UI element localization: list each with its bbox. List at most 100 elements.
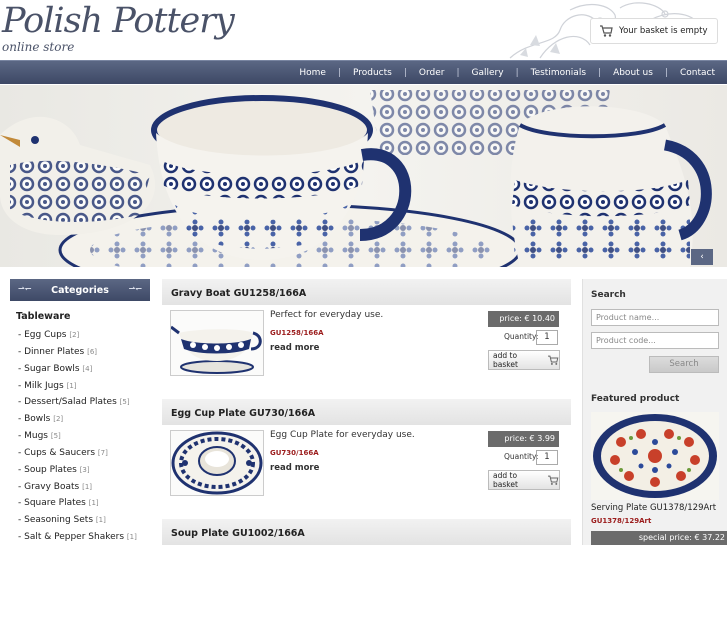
category-label: - Soup Plates: [18, 464, 77, 475]
add-to-basket-label: add to basket: [493, 471, 518, 489]
category-item[interactable]: - Mugs [5]: [16, 428, 150, 445]
add-to-basket-label: add to basket: [493, 351, 518, 369]
category-count: [6]: [87, 347, 98, 356]
category-item[interactable]: - Cups & Saucers [7]: [16, 445, 150, 462]
nav-products[interactable]: Products: [341, 68, 404, 78]
category-count: [1]: [66, 381, 77, 390]
nav-order[interactable]: Order: [407, 68, 457, 78]
basket-icon: [548, 355, 559, 365]
product-card: Gravy Boat GU1258/166A Perfect for every…: [162, 279, 571, 399]
gravy-boat-image: [171, 311, 263, 375]
category-item[interactable]: - Soup Plates [3]: [16, 462, 150, 479]
category-count: [5]: [50, 432, 61, 441]
featured-product-code: GU1378/129Art: [591, 517, 652, 525]
category-item[interactable]: - Egg Cups [2]: [16, 327, 150, 344]
category-item[interactable]: - Square Plates [1]: [16, 495, 150, 512]
hero-prev-arrow[interactable]: ‹: [691, 249, 713, 265]
hero-pottery-image: [0, 90, 712, 267]
product-card: Soup Plate GU1002/166A: [162, 519, 571, 639]
category-count: [2]: [69, 331, 80, 339]
read-more-link[interactable]: read more: [270, 343, 319, 353]
basket-status: Your basket is empty: [619, 26, 708, 36]
logo[interactable]: Polish Pottery online store: [2, 1, 235, 54]
quantity-label: Quantity:: [504, 452, 539, 461]
header: Polish Pottery online store Your basket …: [0, 0, 727, 60]
category-item[interactable]: - Dessert/Salad Plates [5]: [16, 394, 150, 411]
category-item[interactable]: - Dinner Plates [6]: [16, 344, 150, 361]
category-item[interactable]: - Milk Jugs [1]: [16, 378, 150, 395]
product-code: GU1258/166A: [270, 329, 324, 337]
nav-testimonials[interactable]: Testimonials: [519, 68, 598, 78]
category-label: - Seasoning Sets: [18, 515, 94, 526]
serving-plate-image: [591, 412, 719, 500]
quantity-input[interactable]: 1: [536, 450, 558, 465]
logo-subtitle: online store: [2, 40, 75, 54]
basket-icon: [600, 25, 613, 37]
categories-sidebar: ⇀↽ Categories ⇀↽ Tableware - Egg Cups [2…: [10, 279, 150, 546]
category-label: - Dessert/Salad Plates: [18, 397, 117, 408]
category-count: [1]: [126, 533, 137, 542]
product-price: price: € 3.99: [488, 431, 559, 447]
featured-title: Featured product: [591, 394, 680, 404]
product-title[interactable]: Egg Cup Plate GU730/166A: [162, 399, 571, 425]
category-label: - Egg Cups: [18, 330, 67, 340]
category-item[interactable]: - Seasoning Sets [1]: [16, 512, 150, 529]
egg-cup-plate-image: [171, 431, 263, 495]
category-item[interactable]: - Gravy Boats [1]: [16, 479, 150, 496]
category-label: - Mugs: [18, 431, 48, 442]
logo-title: Polish Pottery: [2, 1, 235, 41]
search-title: Search: [591, 290, 626, 300]
product-code: GU730/166A: [270, 449, 319, 457]
category-item[interactable]: - Bowls [2]: [16, 411, 150, 428]
add-to-basket-button[interactable]: add to basket: [488, 350, 560, 370]
nav-home[interactable]: Home: [287, 68, 338, 78]
arrows-icon: ⇀↽: [128, 284, 142, 293]
category-count: [3]: [79, 465, 90, 474]
category-count: [2]: [53, 415, 64, 424]
nav-gallery[interactable]: Gallery: [460, 68, 516, 78]
featured-product-name[interactable]: Serving Plate GU1378/129Art: [591, 503, 716, 513]
category-count: [7]: [97, 448, 108, 457]
category-count: [1]: [88, 499, 99, 508]
category-count: [4]: [82, 364, 93, 373]
nav-contact[interactable]: Contact: [668, 68, 727, 78]
add-to-basket-button[interactable]: add to basket: [488, 470, 560, 490]
category-label: - Cups & Saucers: [18, 447, 96, 458]
product-card: Egg Cup Plate GU730/166A Egg Cup Plate f…: [162, 399, 571, 519]
featured-product-price: special price: € 37.22: [591, 531, 727, 545]
category-count: [1]: [95, 516, 106, 525]
category-group-tableware[interactable]: Tableware: [16, 311, 150, 322]
category-item[interactable]: - Sugar Bowls [4]: [16, 361, 150, 378]
category-label: - Sugar Bowls: [18, 363, 80, 374]
hero-banner: ‹: [0, 85, 727, 267]
product-image[interactable]: [170, 430, 264, 496]
product-title[interactable]: Gravy Boat GU1258/166A: [162, 279, 571, 305]
product-description: Egg Cup Plate for everyday use.: [270, 430, 415, 440]
read-more-link[interactable]: read more: [270, 463, 319, 473]
categories-title: Categories: [51, 284, 109, 296]
category-label: - Gravy Boats: [18, 481, 80, 492]
product-title[interactable]: Soup Plate GU1002/166A: [162, 519, 571, 545]
search-button[interactable]: Search: [649, 356, 719, 373]
featured-product-image[interactable]: [591, 412, 719, 500]
main-nav: Home | Products | Order | Gallery | Test…: [0, 60, 727, 84]
product-list: Gravy Boat GU1258/166A Perfect for every…: [162, 279, 571, 639]
product-description: Perfect for everyday use.: [270, 310, 384, 320]
categories-header: ⇀↽ Categories ⇀↽: [10, 279, 150, 301]
right-sidebar: Search Product name... Product code... S…: [582, 279, 727, 545]
nav-about[interactable]: About us: [601, 68, 665, 78]
quantity-input[interactable]: 1: [536, 330, 558, 345]
category-label: - Salt & Pepper Shakers: [18, 532, 125, 543]
basket-icon: [548, 475, 559, 485]
product-price: price: € 10.40: [488, 311, 559, 327]
product-name-input[interactable]: Product name...: [591, 309, 719, 326]
category-item[interactable]: - Salt & Pepper Shakers [1]: [16, 529, 150, 546]
product-code-input[interactable]: Product code...: [591, 332, 719, 349]
category-label: - Square Plates: [18, 498, 86, 509]
category-count: [5]: [119, 398, 130, 407]
category-label: - Bowls: [18, 414, 51, 425]
quantity-label: Quantity:: [504, 332, 539, 341]
product-image[interactable]: [170, 310, 264, 376]
basket-widget[interactable]: Your basket is empty: [590, 18, 718, 44]
category-list: Tableware - Egg Cups [2] - Dinner Plates…: [10, 301, 150, 546]
